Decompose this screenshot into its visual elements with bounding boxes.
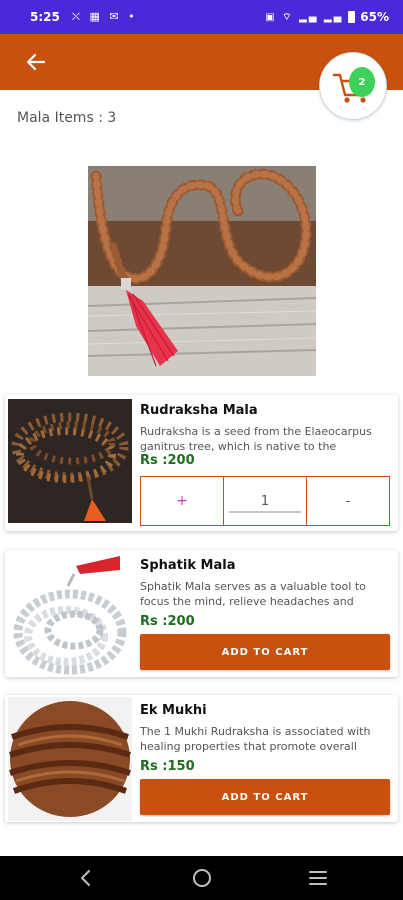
nav-back-button[interactable] xyxy=(74,866,98,890)
product-price: Rs :200 xyxy=(140,453,195,468)
arrow-left-icon xyxy=(26,53,46,71)
nav-home-button[interactable] xyxy=(190,866,214,890)
product-image-ek-mukhi xyxy=(8,697,132,821)
nav-recents-icon xyxy=(309,871,327,885)
add-to-cart-button[interactable]: ADD TO CART xyxy=(140,634,390,670)
cart-count-badge: 2 xyxy=(349,67,375,97)
status-time: 5:25 xyxy=(30,10,60,24)
product-card-rudraksha-mala: Rudraksha Mala Rudraksha is a seed from … xyxy=(5,395,398,531)
back-button[interactable] xyxy=(22,48,50,76)
battery-percent: 65% xyxy=(360,10,389,24)
product-price: Rs :200 xyxy=(140,614,195,629)
product-price: Rs :150 xyxy=(140,759,195,774)
notification-icons: ⛌ ▦ ✉ • xyxy=(71,10,138,23)
product-image-rudraksha-mala xyxy=(8,399,132,523)
status-right: ▣ ⌔ ▂▄ ▂▄ 65% xyxy=(265,10,389,24)
product-name: Rudraksha Mala xyxy=(140,403,258,418)
nav-back-icon xyxy=(81,870,90,886)
cart-button[interactable]: 2 xyxy=(319,52,387,120)
product-description: The 1 Mukhi Rudraksha is associated with… xyxy=(140,725,371,753)
product-card-sphatik-mala: Sphatik Mala Sphatik Mala serves as a va… xyxy=(5,550,398,677)
product-image-sphatik-mala xyxy=(8,552,132,676)
increase-quantity-button[interactable]: + xyxy=(141,477,224,525)
status-bar: 5:25 ⛌ ▦ ✉ • ▣ ⌔ ▂▄ ▂▄ 65% xyxy=(0,0,403,34)
battery-icon xyxy=(348,11,356,23)
quantity-value[interactable]: 1 xyxy=(224,477,307,525)
nav-home-icon xyxy=(193,869,211,887)
hero-mala-image xyxy=(88,166,316,376)
product-card-ek-mukhi: Ek Mukhi The 1 Mukhi Rudraksha is associ… xyxy=(5,695,398,822)
add-to-cart-button[interactable]: ADD TO CART xyxy=(140,779,390,815)
decrease-quantity-button[interactable]: - xyxy=(307,477,389,525)
product-description: Rudraksha is a seed from the Elaeocarpus… xyxy=(140,425,372,453)
system-nav-bar xyxy=(0,856,403,900)
quantity-stepper: + 1 - xyxy=(140,476,390,526)
product-description: Sphatik Mala serves as a valuable tool t… xyxy=(140,580,366,608)
signal-icons: ▣ ⌔ ▂▄ ▂▄ xyxy=(265,11,344,23)
page-title: Mala Items : 3 xyxy=(17,110,117,126)
product-name: Sphatik Mala xyxy=(140,558,236,573)
nav-recents-button[interactable] xyxy=(306,866,330,890)
product-name: Ek Mukhi xyxy=(140,703,207,718)
